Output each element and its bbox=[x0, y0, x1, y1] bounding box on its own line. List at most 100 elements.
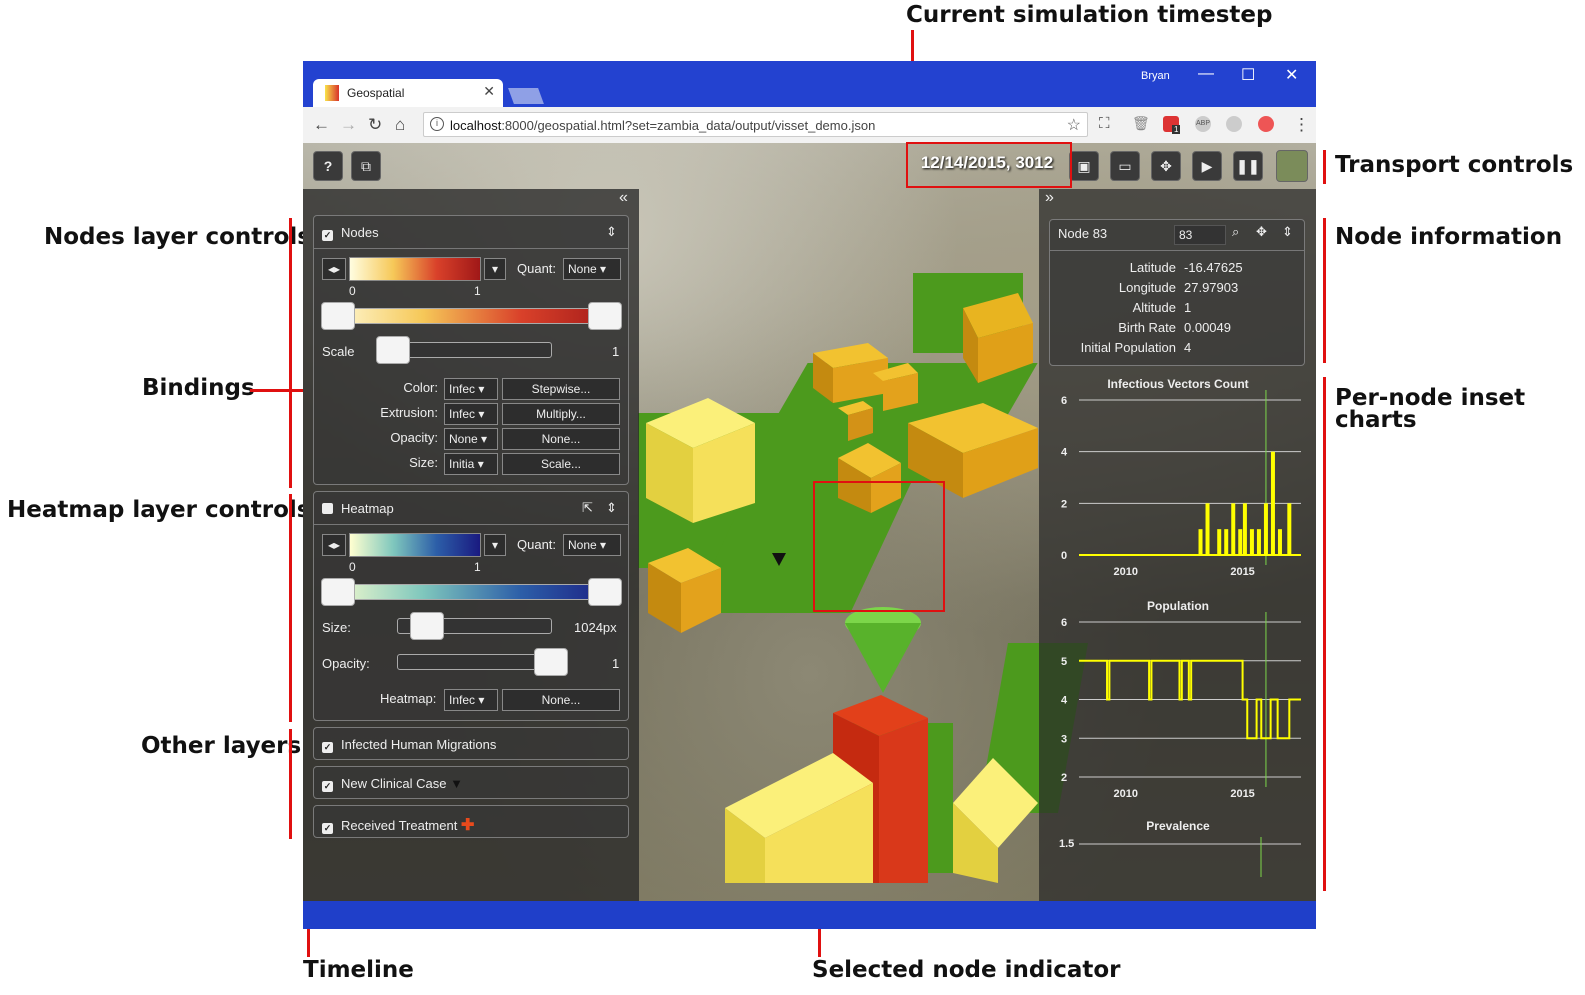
heatmap-gradient[interactable] bbox=[349, 533, 481, 557]
binding-func-button[interactable]: Stepwise... bbox=[502, 378, 620, 400]
screenshot-icon[interactable]: ⛶ bbox=[1099, 115, 1110, 132]
range-high-handle[interactable] bbox=[588, 578, 622, 606]
nodes-range-slider[interactable] bbox=[324, 308, 620, 324]
layer-label: New Clinical Case bbox=[341, 776, 447, 791]
binding-select[interactable]: Initia ▾ bbox=[444, 453, 498, 475]
close-tab-icon[interactable]: ✕ bbox=[483, 83, 495, 100]
back-icon[interactable]: ← bbox=[313, 115, 330, 135]
maximize-icon[interactable]: ☐ bbox=[1241, 65, 1255, 85]
quant-select[interactable]: None ▾ bbox=[563, 534, 621, 556]
layers-icon[interactable]: ⧉ bbox=[351, 151, 381, 181]
collapse-left-icon[interactable]: « bbox=[619, 189, 628, 207]
triangle-icon: ▼ bbox=[450, 776, 463, 791]
tab-geospatial[interactable]: Geospatial ✕ bbox=[313, 79, 503, 107]
divider bbox=[314, 524, 628, 525]
sort-icon[interactable]: ⇕ bbox=[606, 224, 617, 240]
bookmark-star-icon[interactable]: ☆ bbox=[1067, 115, 1081, 135]
quant-value: None bbox=[568, 538, 597, 552]
range-high-handle[interactable] bbox=[588, 302, 622, 330]
y-tick-label: 6 bbox=[1061, 395, 1067, 407]
y-tick-label: 1.5 bbox=[1059, 838, 1074, 850]
nodes-gradient[interactable] bbox=[349, 257, 481, 281]
quant-select[interactable]: None ▾ bbox=[563, 258, 621, 280]
layer-received-treatment[interactable]: ✓ Received Treatment ✚ bbox=[313, 805, 629, 838]
forward-icon[interactable]: → bbox=[340, 115, 357, 135]
minimize-icon[interactable]: — bbox=[1198, 65, 1214, 83]
node-search-input[interactable]: 83 bbox=[1174, 225, 1226, 245]
layer-infected-human-migrations[interactable]: ✓ Infected Human Migrations bbox=[313, 727, 629, 760]
sort-icon[interactable]: ⇕ bbox=[606, 500, 617, 516]
chart-title: Population bbox=[1147, 599, 1209, 613]
divider bbox=[1050, 250, 1304, 251]
menu-icon[interactable]: ⋮ bbox=[1293, 115, 1310, 135]
pause-icon[interactable]: ❚❚ bbox=[1233, 151, 1263, 181]
checkbox-icon[interactable]: ✓ bbox=[322, 823, 333, 834]
trash-icon[interactable]: 🗑 bbox=[1132, 115, 1150, 132]
binding-select[interactable]: Infec ▾ bbox=[444, 403, 498, 425]
range-min: 0 bbox=[349, 560, 356, 574]
scale-handle[interactable] bbox=[376, 336, 410, 364]
size-handle[interactable] bbox=[410, 612, 444, 640]
heatmap-layer-header[interactable]: Heatmap bbox=[322, 501, 394, 516]
checkbox-icon[interactable]: ✓ bbox=[322, 742, 333, 753]
heatmap-range-slider[interactable] bbox=[324, 584, 620, 600]
folder-open-icon[interactable]: ▭ bbox=[1110, 151, 1140, 181]
heatmap-binding-select[interactable]: Infec ▾ bbox=[444, 689, 498, 711]
play-icon[interactable]: ▶ bbox=[1192, 151, 1222, 181]
binding-select[interactable]: Infec ▾ bbox=[444, 378, 498, 400]
checkbox-icon[interactable]: ✓ bbox=[322, 230, 333, 241]
checkbox-icon[interactable] bbox=[322, 503, 333, 514]
bar bbox=[1263, 503, 1268, 555]
binding-func-button[interactable]: None... bbox=[502, 428, 620, 450]
popout-icon[interactable]: ⇱ bbox=[582, 500, 593, 516]
target-icon[interactable]: ✥ bbox=[1256, 224, 1267, 240]
range-max: 1 bbox=[474, 560, 481, 574]
annotation-bindings: Bindings bbox=[142, 375, 255, 401]
layer-new-clinical-case[interactable]: ✓ New Clinical Case ▼ bbox=[313, 766, 629, 799]
heatmap-binding-value: Infec bbox=[449, 693, 476, 707]
range-low-handle[interactable] bbox=[321, 302, 355, 330]
binding-value: Infec bbox=[449, 382, 476, 396]
pause-extension-icon[interactable] bbox=[1226, 116, 1242, 132]
info-key: Longitude bbox=[1118, 280, 1176, 295]
caret-down-icon[interactable]: ▾ bbox=[484, 258, 506, 280]
checkbox-icon[interactable]: ✓ bbox=[322, 781, 333, 792]
reload-icon[interactable]: ↻ bbox=[368, 115, 382, 135]
close-window-icon[interactable]: ✕ bbox=[1285, 65, 1298, 85]
search-icon[interactable]: ⌕ bbox=[1232, 224, 1239, 240]
annotation-selected-node: Selected node indicator bbox=[812, 957, 1121, 983]
chart-title: Infectious Vectors Count bbox=[1107, 377, 1248, 391]
swap-icon[interactable]: ◂▸ bbox=[322, 258, 346, 280]
nodes-layer-card: ✓ Nodes ⇕ ◂▸ ▾ Quant: None ▾ 0 1 Scale 1… bbox=[313, 215, 629, 485]
nodes-layer-header[interactable]: ✓ Nodes bbox=[322, 225, 379, 241]
home-icon[interactable]: ⌂ bbox=[395, 115, 405, 135]
y-tick-label: 4 bbox=[1061, 447, 1068, 459]
new-tab-button[interactable] bbox=[508, 88, 544, 104]
range-max: 1 bbox=[474, 284, 481, 298]
left-panel: « ✓ Nodes ⇕ ◂▸ ▾ Quant: None ▾ 0 1 Scale… bbox=[303, 189, 639, 901]
heatmap-binding-func[interactable]: None... bbox=[502, 689, 620, 711]
crosshair-icon[interactable]: ✥ bbox=[1151, 151, 1181, 181]
swap-icon[interactable]: ◂▸ bbox=[322, 534, 346, 556]
help-icon[interactable]: ? bbox=[313, 151, 343, 181]
binding-select[interactable]: None ▾ bbox=[444, 428, 498, 450]
extension-icon[interactable]: 1 bbox=[1163, 116, 1181, 134]
range-low-handle[interactable] bbox=[321, 578, 355, 606]
annotation-inset-charts-2: charts bbox=[1335, 407, 1417, 433]
adblock-icon[interactable]: ABP bbox=[1195, 116, 1211, 132]
binding-func-button[interactable]: Scale... bbox=[502, 453, 620, 475]
url-field[interactable]: i localhost:8000/geospatial.html?set=zam… bbox=[423, 112, 1088, 137]
basemap-icon[interactable] bbox=[1276, 150, 1308, 182]
sort-icon[interactable]: ⇕ bbox=[1282, 224, 1293, 240]
map-viewport[interactable]: ? ⧉ 12/14/2015, 3012 ▣ ▭ ✥ ▶ ❚❚ « ✓ Nodes… bbox=[303, 143, 1316, 901]
caret-down-icon[interactable]: ▾ bbox=[484, 534, 506, 556]
user-name[interactable]: Bryan bbox=[1141, 70, 1170, 82]
save-icon[interactable]: ▣ bbox=[1069, 151, 1099, 181]
nodes-layer-title: Nodes bbox=[341, 225, 379, 240]
binding-func-button[interactable]: Multiply... bbox=[502, 403, 620, 425]
opacity-handle[interactable] bbox=[534, 648, 568, 676]
bar bbox=[1242, 503, 1247, 555]
compass-extension-icon[interactable] bbox=[1258, 116, 1274, 132]
info-icon[interactable]: i bbox=[430, 117, 444, 131]
expand-right-icon[interactable]: » bbox=[1045, 189, 1054, 207]
